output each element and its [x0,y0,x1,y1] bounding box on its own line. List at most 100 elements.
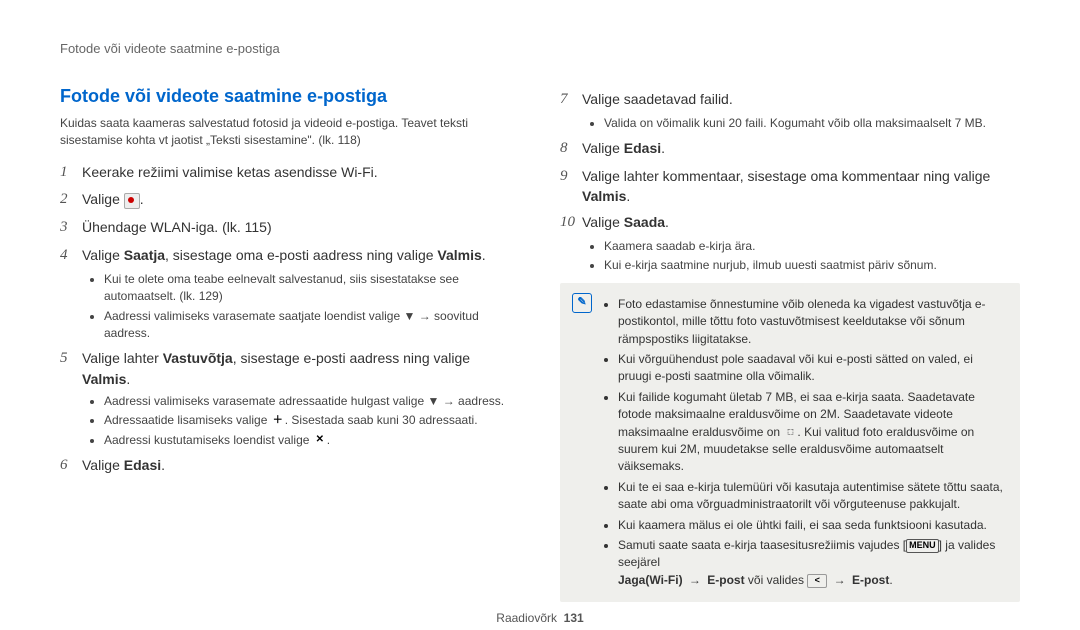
step-text: Valige lahter kommentaar, sisestage oma … [582,168,990,184]
sub-item: Valida on võimalik kuni 20 faili. Koguma… [604,115,1020,132]
bold-text: Valmis [582,188,626,204]
step-text: Valige lahter [82,350,163,366]
bold-text: E-post [707,573,744,587]
plus-icon: ＋ [271,415,285,427]
bold-text: Saatja [124,247,165,263]
info-item: Kui failide kogumaht ületab 7 MB, ei saa… [618,389,1008,476]
arrow-icon: → [834,573,846,587]
step-2: 2 Valige . [60,189,520,211]
step-9: 9 Valige lahter kommentaar, sisestage om… [560,166,1020,207]
step-5-sublist: Aadressi valimiseks varasemate adressaat… [80,393,520,449]
step-6: 6 Valige Edasi. [60,455,520,477]
step-text: , sisestage e-posti aadress ning valige [233,350,470,366]
bold-text: Vastuvõtja [163,350,233,366]
sub-text: Aadressi kustutamiseks loendist valige [104,433,313,447]
record-icon [124,193,140,209]
step-tail: . [665,214,669,230]
sub-item: Adressaatide lisamiseks valige ＋. Sisest… [104,412,520,429]
step-text: Keerake režiimi valimise ketas asendisse [82,164,341,180]
step-tail: . [374,164,378,180]
step-text: , sisestage oma e-posti aadress ning val… [165,247,437,263]
step-tail: . [626,188,630,204]
page-header: Fotode või videote saatmine e-postiga [60,40,1020,59]
step-number: 4 [60,245,82,267]
step-tail: . [126,371,130,387]
info-text: . [889,573,892,587]
step-4-sublist: Kui te olete oma teabe eelnevalt salvest… [80,271,520,343]
x-icon: ✕ [313,434,327,446]
page-footer: Raadiovõrk 131 [60,610,1020,627]
step-10: 10 Valige Saada. [560,212,1020,234]
wifi-icon: Wi-Fi [341,164,374,180]
menu-icon: MENU [906,539,939,553]
step-tail: . [482,247,486,263]
sub-item: Aadressi valimiseks varasemate adressaat… [104,393,520,410]
step-number: 3 [60,217,82,239]
sub-text: Aadressi valimiseks varasemate saatjate … [104,309,403,323]
bold-text: E-post [852,573,889,587]
sub-text: → aadress. [439,394,504,408]
page-number: 131 [564,611,584,625]
bold-text: Valmis [82,371,126,387]
section-title: Fotode või videote saatmine e-postiga [60,83,520,109]
sub-text: Aadressi valimiseks varasemate adressaat… [104,394,428,408]
intro-text: Kuidas saata kaameras salvestatud fotosi… [60,115,520,150]
info-text: või valides [745,573,808,587]
step-text: Valige saadetavad failid. [582,89,1020,111]
step-number: 1 [60,162,82,184]
step-text: Valige [582,214,624,230]
info-box: ✎ Foto edastamise õnnestumine võib olene… [560,283,1020,602]
step-text: Valige [82,457,124,473]
step-tail: . [161,457,165,473]
step-tail: . [140,191,144,207]
step-text: Ühendage WLAN-iga. (lk. 115) [82,217,520,239]
step-number: 7 [560,89,582,111]
step-10-sublist: Kaamera saadab e-kirja ära. Kui e-kirja … [580,238,1020,275]
bold-text: Saada [624,214,665,230]
footer-label: Raadiovõrk [496,611,557,625]
step-number: 10 [560,212,582,234]
sub-text: Adressaatide lisamiseks valige [104,413,271,427]
info-item: Samuti saate saata e-kirja taasesitusrež… [618,537,1008,589]
step-7-sublist: Valida on võimalik kuni 20 faili. Koguma… [580,115,1020,132]
step-5: 5 Valige lahter Vastuvõtja, sisestage e-… [60,348,520,389]
step-8: 8 Valige Edasi. [560,138,1020,160]
share-icon: < [807,574,827,588]
step-number: 5 [60,348,82,389]
bold-text: Edasi [624,140,661,156]
resolution-icon: ⬚ [783,426,797,438]
info-item: Kui kaamera mälus ei ole ühtki faili, ei… [618,517,1008,534]
sub-item: Kaamera saadab e-kirja ära. [604,238,1020,255]
info-item: Kui võrguühendust pole saadaval või kui … [618,351,1008,386]
step-text: Valige [82,247,124,263]
step-number: 6 [60,455,82,477]
step-3: 3 Ühendage WLAN-iga. (lk. 115) [60,217,520,239]
step-number: 9 [560,166,582,207]
step-number: 2 [60,189,82,211]
down-arrow-icon: ▼ [403,309,415,323]
sub-item: Aadressi kustutamiseks loendist valige ✕… [104,432,520,449]
step-number: 8 [560,138,582,160]
step-text: Valige [82,191,124,207]
sub-text: . Sisestada saab kuni 30 adressaati. [285,413,478,427]
bold-text: Valmis [437,247,481,263]
step-tail: . [661,140,665,156]
sub-item: Kui e-kirja saatmine nurjub, ilmub uuest… [604,257,1020,274]
bold-text: Jaga(Wi-Fi) [618,573,683,587]
step-4: 4 Valige Saatja, sisestage oma e-posti a… [60,245,520,267]
step-1: 1 Keerake režiimi valimise ketas asendis… [60,162,520,184]
info-item: Kui te ei saa e-kirja tulemüüri või kasu… [618,479,1008,514]
sub-item: Aadressi valimiseks varasemate saatjate … [104,308,520,343]
info-item: Foto edastamise õnnestumine võib oleneda… [618,296,1008,348]
step-7: 7 Valige saadetavad failid. [560,89,1020,111]
arrow-icon: → [689,573,701,587]
step-text: Valige [582,140,624,156]
down-arrow-icon: ▼ [428,394,440,408]
right-column: 7 Valige saadetavad failid. Valida on võ… [560,83,1020,602]
sub-text: . [327,433,330,447]
bold-text: Edasi [124,457,161,473]
left-column: Fotode või videote saatmine e-postiga Ku… [60,83,520,602]
info-icon: ✎ [572,293,592,313]
info-text: Samuti saate saata e-kirja taasesitusrež… [618,538,906,552]
sub-item: Kui te olete oma teabe eelnevalt salvest… [104,271,520,306]
